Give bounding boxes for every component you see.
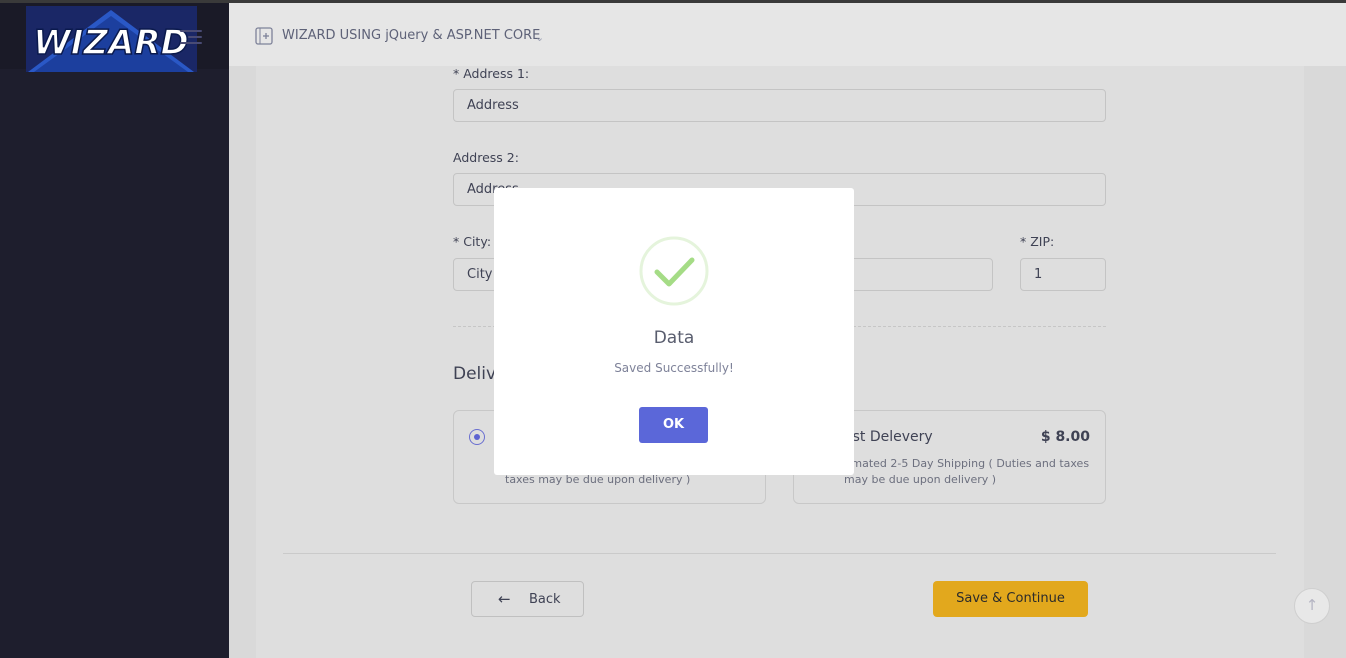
window-top-border <box>0 0 1346 3</box>
footer-divider <box>283 553 1276 554</box>
wizard-logo[interactable]: WIZARD <box>26 6 197 72</box>
hamburger-icon[interactable] <box>180 30 202 48</box>
check-circle-icon <box>639 236 709 306</box>
address1-label: * Address 1: <box>453 66 530 81</box>
zip-label: * ZIP: <box>1020 234 1055 249</box>
delivery-option-price: $ 8.00 <box>1040 429 1090 445</box>
top-header: WIZARD USING jQuery & ASP.NET CORE ⌄ <box>229 3 1346 66</box>
delivery-option-title: ast Delevery <box>844 429 933 445</box>
ok-button[interactable]: OK <box>639 407 708 443</box>
brand-area: WIZARD <box>0 3 229 72</box>
back-button[interactable]: ← Back <box>471 581 584 617</box>
city-label: * City: <box>453 234 492 249</box>
address1-input[interactable]: Address <box>453 89 1106 122</box>
back-button-label: Back <box>529 592 561 607</box>
address2-label: Address 2: <box>453 150 519 165</box>
header-title[interactable]: WIZARD USING jQuery & ASP.NET CORE <box>282 28 540 43</box>
save-continue-button[interactable]: Save & Continue <box>933 581 1088 617</box>
state-input[interactable] <box>840 258 993 291</box>
arrow-left-icon: ← <box>498 590 511 608</box>
zip-input[interactable]: 1 <box>1020 258 1106 291</box>
svg-text:WIZARD: WIZARD <box>33 23 189 63</box>
modal-title: Data <box>653 328 695 348</box>
delivery-option-desc: timated 2-5 Day Shipping ( Duties and ta… <box>844 457 1090 486</box>
sidebar: WIZARD <box>0 0 229 658</box>
arrow-up-icon[interactable]: ↑ <box>1294 588 1330 624</box>
delivery-radio-selected[interactable] <box>469 429 485 445</box>
modal-message: Saved Successfully! <box>614 361 734 375</box>
chevron-down-icon[interactable]: ⌄ <box>535 31 544 44</box>
delivery-section-title: Deliv <box>453 364 497 384</box>
success-modal: Data Saved Successfully! OK <box>494 188 854 475</box>
add-page-icon <box>255 27 273 45</box>
